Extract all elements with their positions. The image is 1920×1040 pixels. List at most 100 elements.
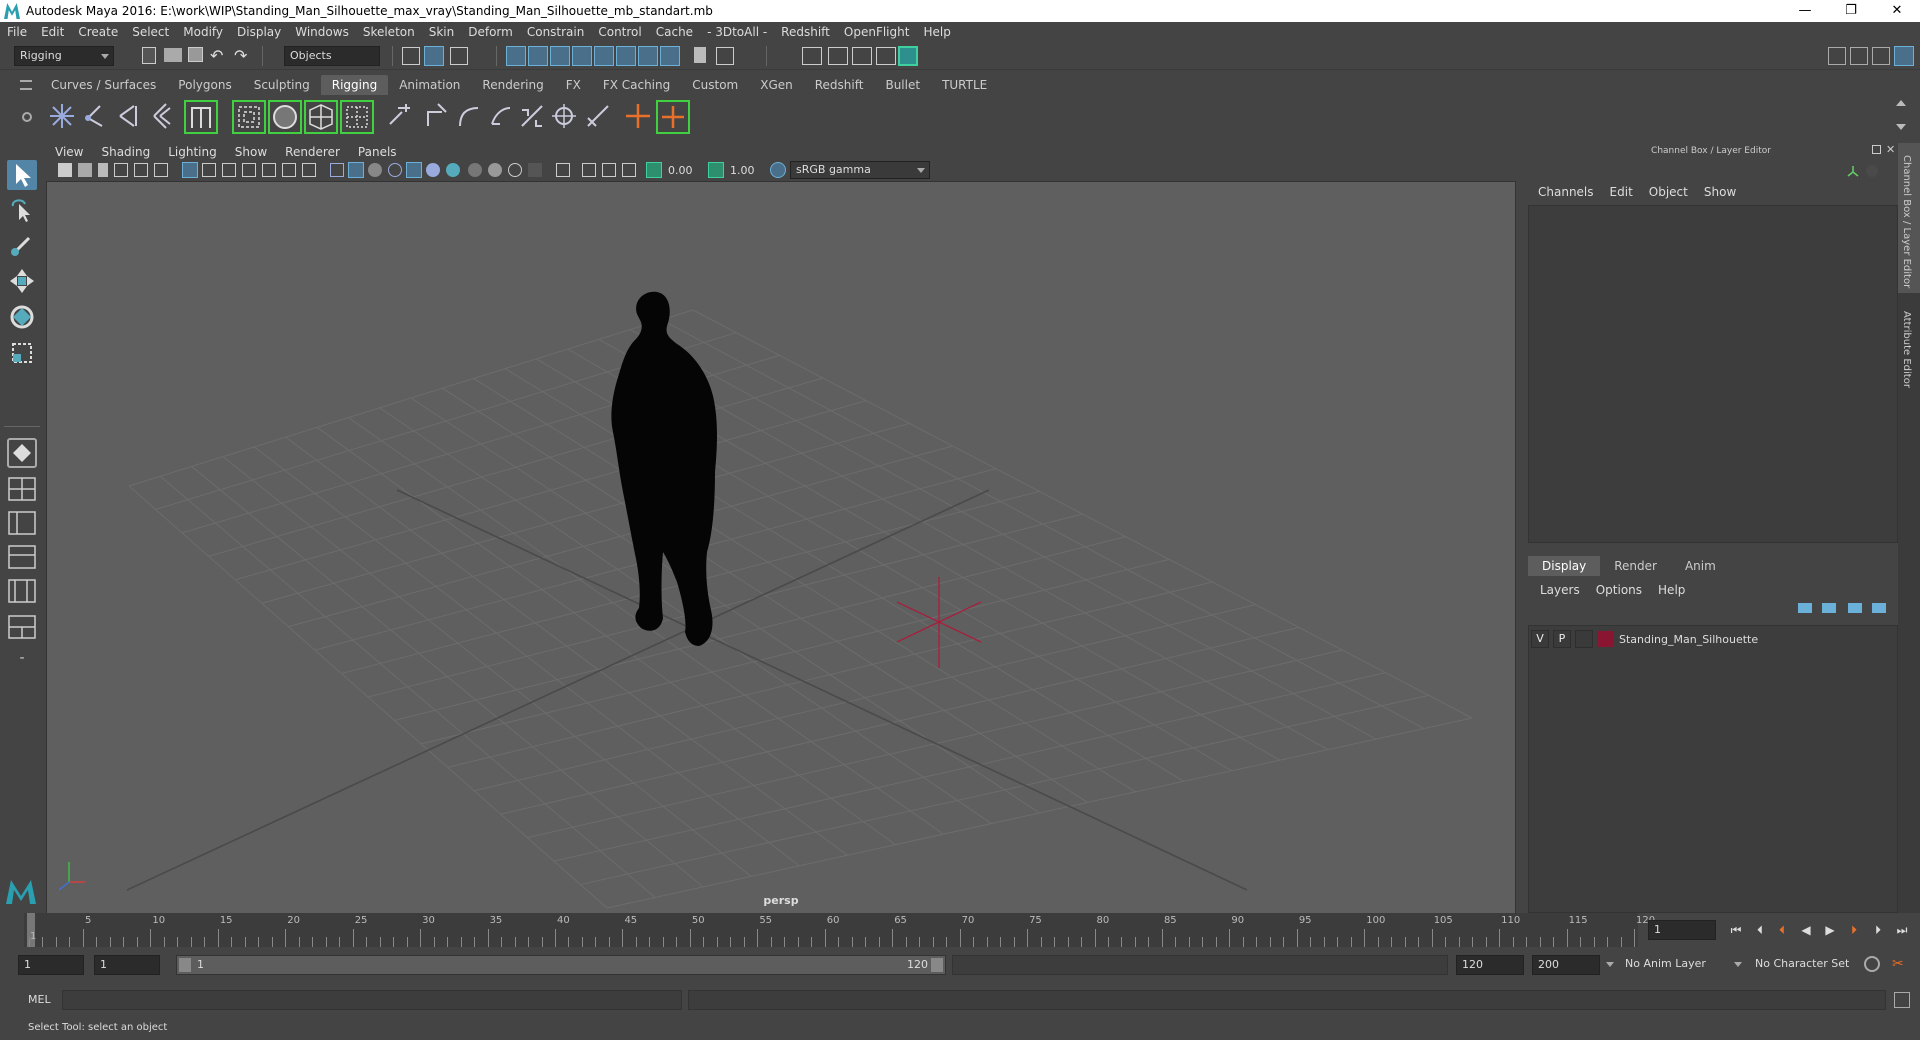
- lasso-tool-icon[interactable]: [7, 196, 37, 226]
- side-tab-attribute-editor[interactable]: Attribute Editor: [1901, 311, 1912, 388]
- object-menu[interactable]: Object: [1641, 185, 1696, 199]
- shelf-tab-custom[interactable]: Custom: [681, 75, 749, 95]
- transform-axes-icon[interactable]: [1846, 165, 1860, 179]
- shelf-tab-redshift[interactable]: Redshift: [804, 75, 875, 95]
- outliner-layout-icon[interactable]: [1850, 47, 1868, 65]
- close-button[interactable]: ✕: [1874, 0, 1920, 22]
- scale-constraint-icon[interactable]: [516, 100, 548, 132]
- orient-joint-icon[interactable]: [148, 100, 180, 132]
- move-tool-icon[interactable]: [7, 266, 37, 296]
- animation-preferences-icon[interactable]: ✂: [1892, 956, 1908, 972]
- step-forward-key-icon[interactable]: ⏵: [1846, 922, 1862, 938]
- shelf-tab-animation[interactable]: Animation: [388, 75, 471, 95]
- exposure-value[interactable]: 0.00: [668, 164, 693, 177]
- layer-visibility-toggle[interactable]: V: [1531, 630, 1549, 648]
- persp-graph-layout-icon[interactable]: [7, 544, 37, 570]
- layer-row[interactable]: V P Standing_Man_Silhouette: [1531, 628, 1895, 650]
- camera-select-icon[interactable]: [58, 163, 72, 177]
- minimize-button[interactable]: —: [1782, 0, 1828, 22]
- shelf-tab-rendering[interactable]: Rendering: [471, 75, 554, 95]
- lights-icon[interactable]: [426, 163, 440, 177]
- bookmark-icon[interactable]: [98, 163, 108, 177]
- set-driven-key-icon[interactable]: [656, 100, 690, 134]
- shelf-tab-turtle[interactable]: TURTLE: [931, 75, 998, 95]
- shelf-tab-sculpting[interactable]: Sculpting: [243, 75, 321, 95]
- field-chart-icon[interactable]: [262, 163, 276, 177]
- orient-constraint-icon[interactable]: [484, 100, 516, 132]
- tab-display[interactable]: Display: [1528, 556, 1601, 576]
- character-set-dropdown[interactable]: No Character Set: [1750, 955, 1862, 975]
- range-end-handle[interactable]: [931, 958, 943, 972]
- paint-select-tool-icon[interactable]: [7, 230, 37, 260]
- shelf-menu-icon[interactable]: [20, 80, 32, 90]
- smooth-shade-icon[interactable]: [348, 162, 364, 178]
- film-gate-icon[interactable]: [202, 163, 216, 177]
- step-forward-icon[interactable]: ⏵: [1870, 922, 1886, 938]
- menu-deform[interactable]: Deform: [461, 25, 520, 39]
- channel-box-toggle-icon[interactable]: [1894, 46, 1914, 66]
- isolate-select-icon[interactable]: [556, 163, 570, 177]
- layers-menu[interactable]: Layers: [1532, 583, 1588, 597]
- shelf-scroll-down-icon[interactable]: [1896, 124, 1906, 130]
- new-scene-icon[interactable]: [142, 47, 156, 64]
- safe-action-icon[interactable]: [282, 163, 296, 177]
- man-silhouette[interactable]: [611, 291, 717, 646]
- menu-windows[interactable]: Windows: [288, 25, 356, 39]
- snap-point-icon[interactable]: [550, 46, 570, 66]
- wireframe-icon[interactable]: [330, 163, 344, 177]
- colorspace-dropdown[interactable]: sRGB gamma: [790, 161, 930, 179]
- persp-outliner-layout-icon[interactable]: [7, 510, 37, 536]
- snap-curve-icon[interactable]: [528, 46, 548, 66]
- viewport-menu-view[interactable]: View: [46, 145, 92, 159]
- menu-control[interactable]: Control: [591, 25, 648, 39]
- rotate-tool-icon[interactable]: [7, 302, 37, 332]
- shadows-icon[interactable]: [446, 163, 460, 177]
- motion-blur-icon[interactable]: [488, 163, 502, 177]
- single-perspective-view-icon[interactable]: [7, 438, 37, 468]
- shelf-tab-rigging[interactable]: Rigging: [320, 75, 389, 95]
- menu-display[interactable]: Display: [230, 25, 288, 39]
- ik-handle-icon[interactable]: [184, 100, 218, 134]
- cluster-icon[interactable]: [340, 100, 374, 134]
- selection-mode-dropdown[interactable]: Objects: [284, 46, 380, 66]
- hypershade-layout-icon[interactable]: [7, 578, 37, 604]
- safe-title-icon[interactable]: [302, 163, 316, 177]
- aim-constraint-icon[interactable]: [548, 100, 580, 132]
- playback-start-field[interactable]: 1: [94, 955, 160, 975]
- auto-key-icon[interactable]: [1864, 956, 1880, 972]
- select-object-icon[interactable]: [424, 46, 444, 66]
- shelf-tab-polygons[interactable]: Polygons: [167, 75, 242, 95]
- snap-vertex-icon[interactable]: [638, 46, 658, 66]
- help-menu[interactable]: Help: [1650, 583, 1693, 597]
- range-slider[interactable]: 1 120: [176, 955, 946, 975]
- lattice-icon[interactable]: [304, 100, 338, 134]
- select-hierarchy-icon[interactable]: [402, 47, 420, 65]
- create-layer-selected-icon[interactable]: [1872, 603, 1886, 613]
- image-plane-icon[interactable]: [114, 163, 128, 177]
- viewport-menu-renderer[interactable]: Renderer: [276, 145, 349, 159]
- gate-mask-icon[interactable]: [242, 163, 256, 177]
- interactive-bind-icon[interactable]: [268, 100, 302, 134]
- grid-toggle-icon[interactable]: [182, 162, 198, 178]
- command-input[interactable]: [62, 990, 682, 1010]
- custom-layout-icon[interactable]: -: [7, 650, 37, 670]
- go-to-end-icon[interactable]: ⏭: [1894, 922, 1910, 938]
- script-editor-icon[interactable]: [1894, 992, 1910, 1008]
- create-empty-layer-icon[interactable]: [1848, 603, 1862, 613]
- layer-color-swatch[interactable]: [1597, 631, 1613, 647]
- channels-menu[interactable]: Channels: [1530, 185, 1602, 199]
- skin-bind-icon[interactable]: [232, 100, 266, 134]
- wireframe-on-shaded-icon[interactable]: [388, 163, 402, 177]
- render-view-icon[interactable]: [802, 47, 822, 65]
- current-frame-field[interactable]: 1: [1648, 920, 1716, 940]
- gamma-value[interactable]: 1.00: [730, 164, 755, 177]
- float-panel-icon[interactable]: [1872, 145, 1881, 154]
- menu-help[interactable]: Help: [916, 25, 957, 39]
- question-icon[interactable]: [660, 46, 680, 66]
- viewport-menu-show[interactable]: Show: [226, 145, 276, 159]
- gamma-icon[interactable]: [708, 162, 724, 178]
- layer-name[interactable]: Standing_Man_Silhouette: [1619, 633, 1758, 646]
- resolution-gate-icon[interactable]: [222, 163, 236, 177]
- create-joints-icon[interactable]: [46, 100, 78, 132]
- shelf-options-icon[interactable]: [22, 112, 32, 122]
